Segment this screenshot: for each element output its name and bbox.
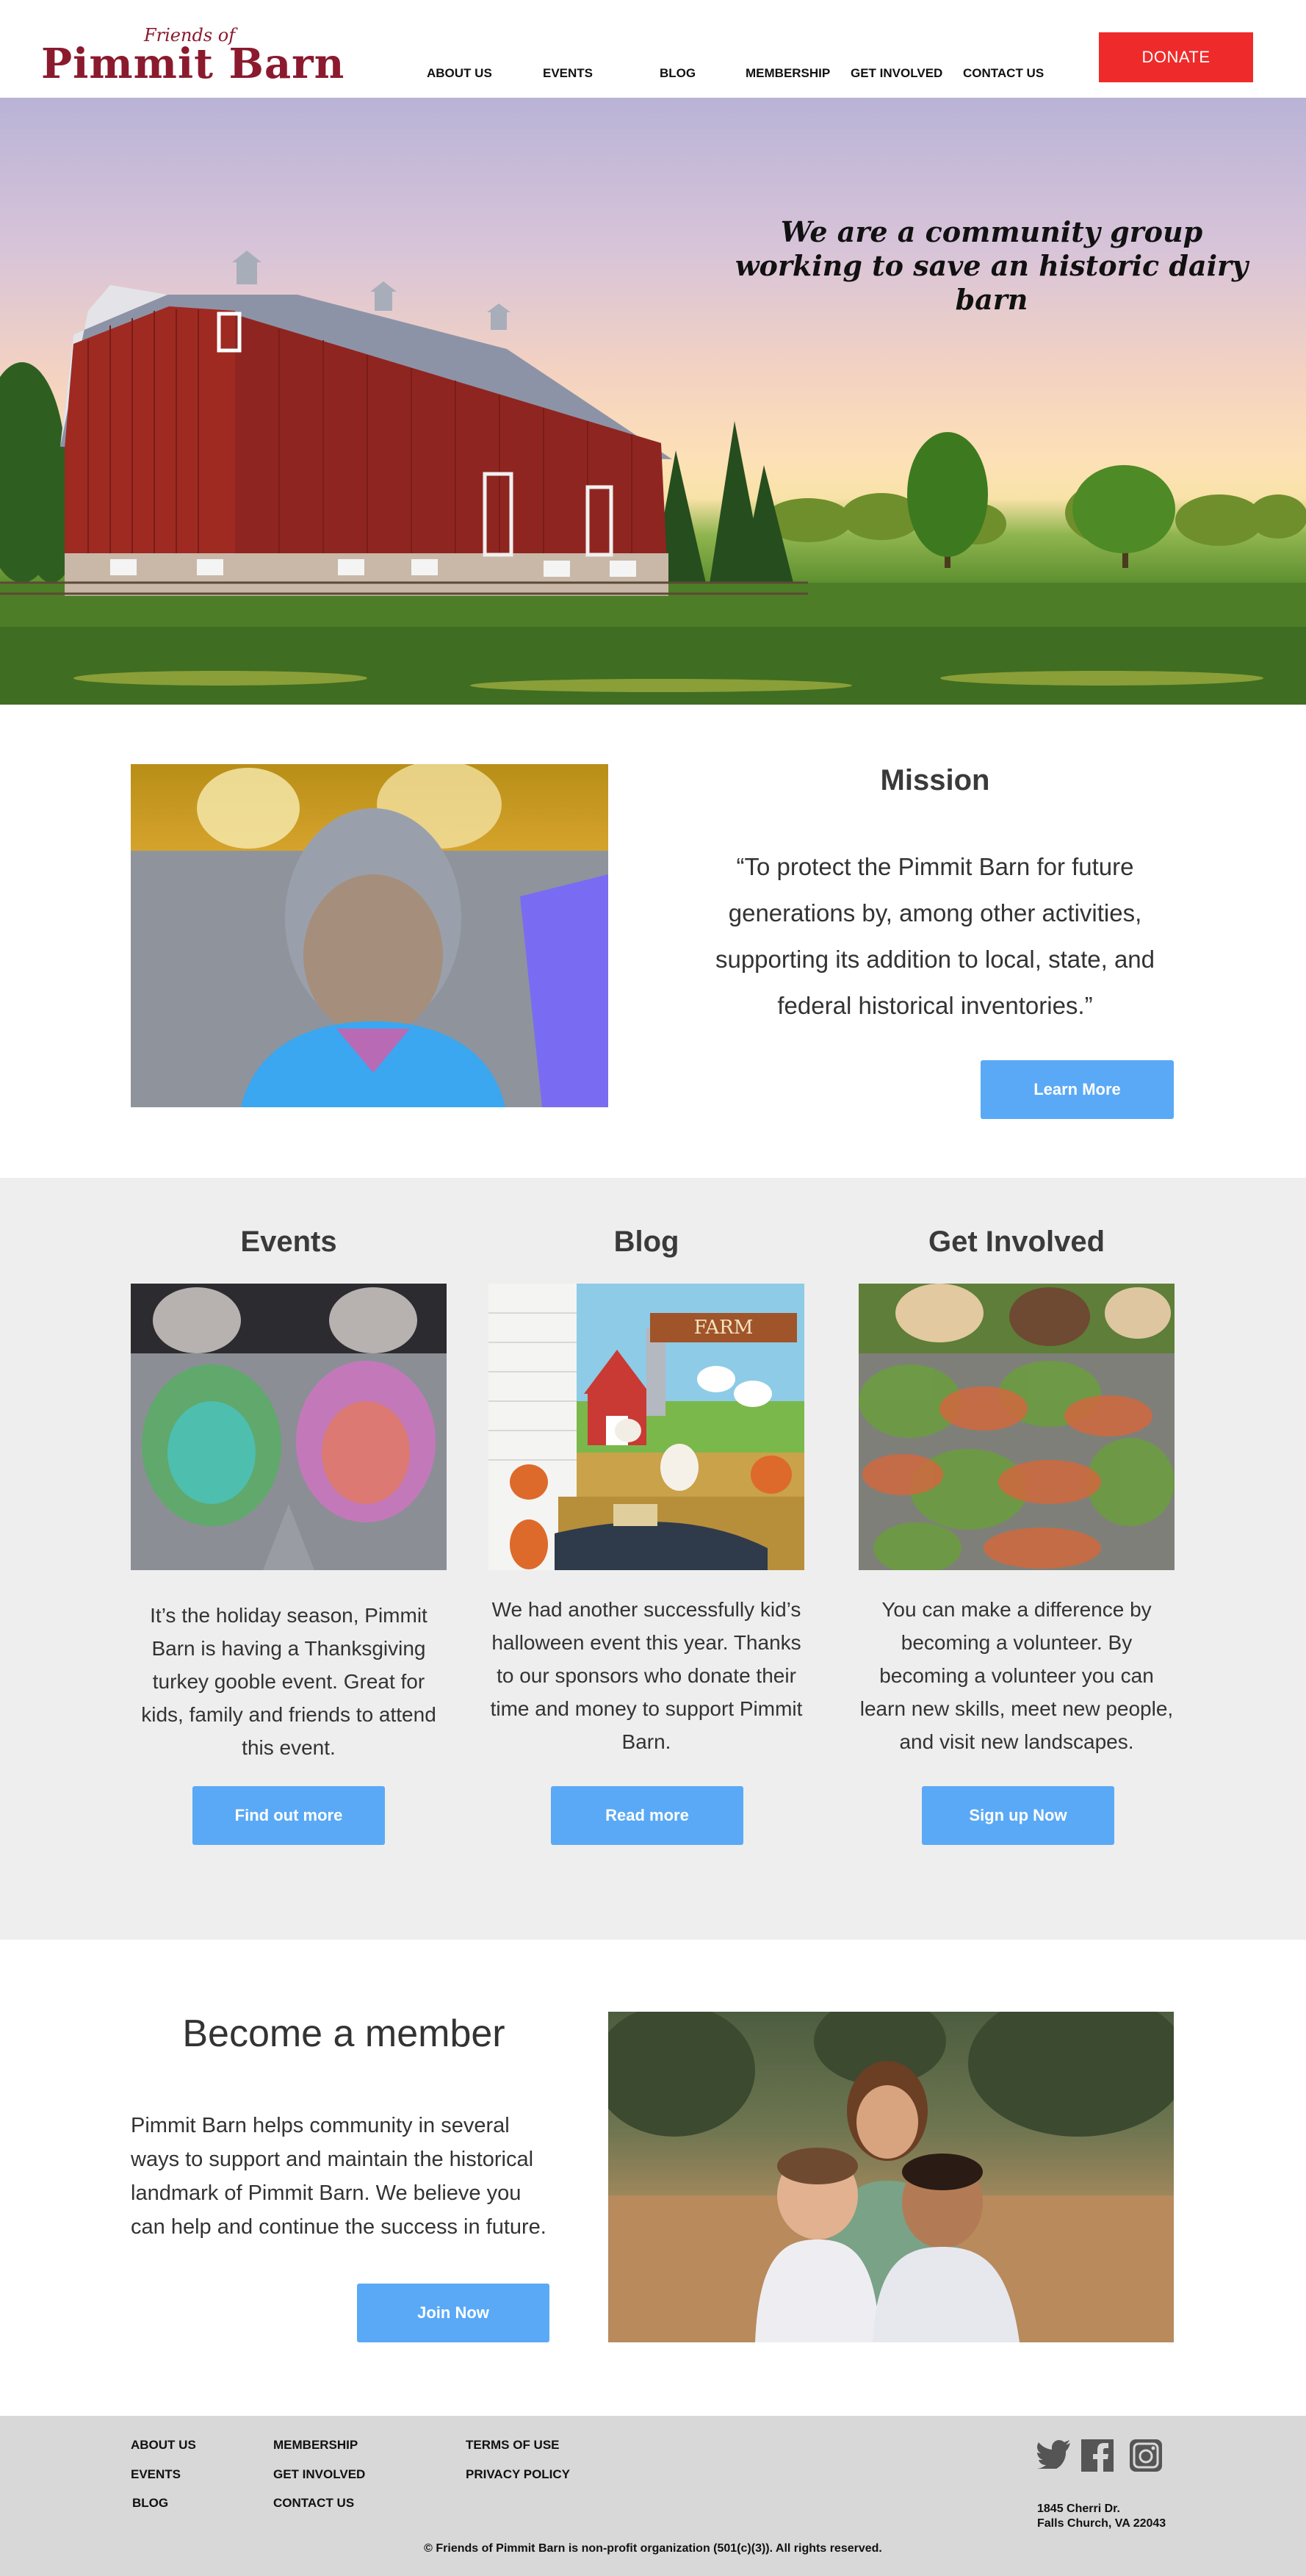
footer-privacy-policy[interactable]: PRIVACY POLICY: [466, 2467, 570, 2482]
tree-right: [907, 432, 988, 568]
get-involved-card-text: You can make a difference by becoming a …: [859, 1598, 1174, 1753]
hero-tagline: We are a community group working to save…: [735, 215, 1249, 317]
mission-title: Mission: [880, 764, 990, 796]
logo-wordmark: Pimmit Barn: [41, 40, 345, 88]
get-involved-card-title: Get Involved: [928, 1226, 1105, 1258]
blog-card-title: Blog: [613, 1226, 679, 1258]
nav-about-us[interactable]: ABOUT US: [427, 66, 492, 81]
hero-tagline-line-1: We are a community group: [780, 215, 1203, 248]
hero-banner: We are a community group working to save…: [0, 98, 1306, 705]
read-more-button[interactable]: Read more: [551, 1786, 743, 1845]
member-title: Become a member: [182, 2012, 505, 2055]
nav-membership[interactable]: MEMBERSHIP: [746, 66, 830, 81]
footer-about-us[interactable]: ABOUT US: [131, 2438, 196, 2453]
blog-card-text: We had another successfully kid’s hallow…: [490, 1598, 803, 1753]
address-line-1: 1845 Cherri Dr.: [1037, 2503, 1120, 2515]
footer-contact-us[interactable]: CONTACT US: [273, 2496, 354, 2511]
events-card-image: [131, 1284, 447, 1570]
get-involved-card-image: [859, 1284, 1175, 1570]
events-card-text: It’s the holiday season, Pimmit Barn is …: [141, 1604, 436, 1759]
nav-events[interactable]: EVENTS: [543, 66, 593, 81]
footer-get-involved[interactable]: GET INVOLVED: [273, 2467, 365, 2482]
nav-contact-us[interactable]: CONTACT US: [963, 66, 1044, 81]
learn-more-button[interactable]: Learn More: [981, 1060, 1174, 1119]
footer-membership[interactable]: MEMBERSHIP: [273, 2438, 358, 2453]
instagram-icon[interactable]: [1130, 2439, 1162, 2475]
member-photo: [608, 2012, 1174, 2342]
join-now-button[interactable]: Join Now: [357, 2284, 549, 2342]
hero-barn-illustration: [0, 251, 1306, 705]
site-logo[interactable]: Friends of Pimmit Barn: [41, 22, 344, 88]
address-line-2: Falls Church, VA 22043: [1037, 2517, 1166, 2530]
footer-copyright: © Friends of Pimmit Barn is non-profit o…: [424, 2542, 882, 2555]
mission-photo: [131, 764, 608, 1107]
find-out-more-button[interactable]: Find out more: [192, 1786, 385, 1845]
facebook-icon[interactable]: [1081, 2439, 1114, 2475]
member-text: Pimmit Barn helps community in several w…: [131, 2114, 546, 2239]
nav-get-involved[interactable]: GET INVOLVED: [851, 66, 942, 81]
sign-up-now-button[interactable]: Sign up Now: [922, 1786, 1114, 1845]
farm-sign: FARM: [694, 1317, 754, 1339]
footer-address: 1845 Cherri Dr. Falls Church, VA 22043: [1037, 2502, 1166, 2531]
footer-events[interactable]: EVENTS: [131, 2467, 181, 2482]
footer-blog[interactable]: BLOG: [132, 2496, 168, 2511]
site-header: Friends of Pimmit Barn ABOUT US EVENTS B…: [0, 0, 1306, 98]
blog-card-image: FARM: [488, 1284, 804, 1570]
donate-button[interactable]: DONATE: [1099, 32, 1253, 82]
mission-quote: “To protect the Pimmit Barn for future g…: [715, 853, 1155, 1019]
nav-blog[interactable]: BLOG: [660, 66, 696, 81]
footer-terms-of-use[interactable]: TERMS OF USE: [466, 2438, 560, 2453]
hero-tagline-line-2: working to save an historic dairy barn: [735, 249, 1249, 316]
events-card-title: Events: [240, 1226, 337, 1258]
tree-far-right: [1072, 465, 1175, 568]
twitter-icon[interactable]: [1036, 2439, 1071, 2472]
